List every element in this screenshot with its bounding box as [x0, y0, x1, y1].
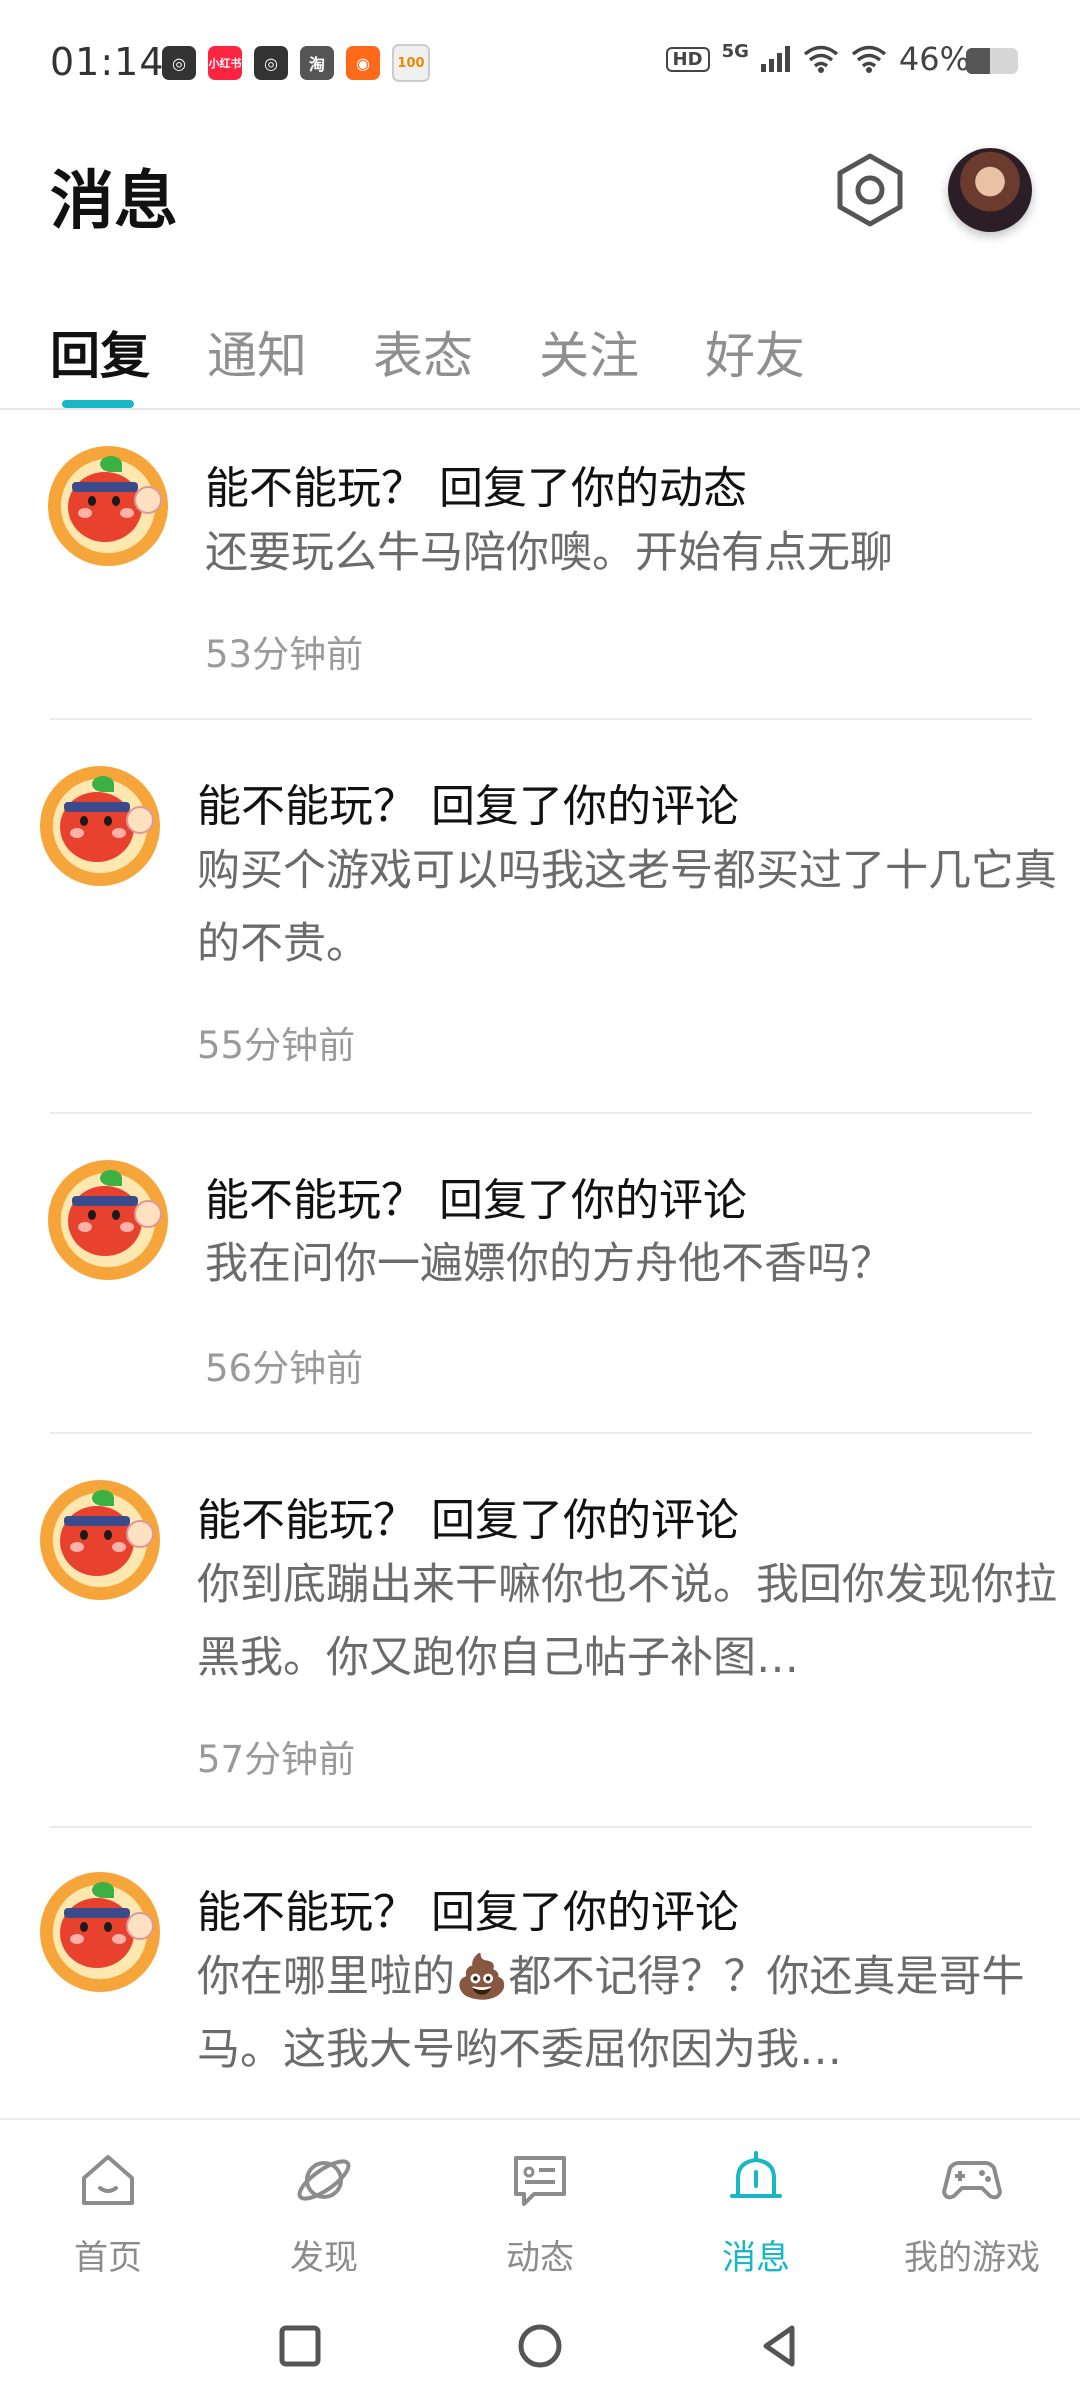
nav-label: 我的游戏: [904, 2238, 1040, 2278]
sender-avatar[interactable]: [40, 1480, 160, 1600]
my-avatar[interactable]: [948, 148, 1032, 232]
page-title: 消息: [50, 165, 178, 239]
netease-icon: ◎: [162, 46, 196, 80]
home-circle-icon[interactable]: [516, 2322, 564, 2370]
sender-avatar[interactable]: [48, 446, 168, 566]
tab-reactions[interactable]: 表态: [373, 316, 473, 388]
taobao-icon: 淘: [300, 46, 334, 80]
message-title: 能不能玩？ 回复了你的评论: [197, 1887, 739, 1938]
status-app-icons: ◎ 小红书 ◎ 淘 ◉ 100: [162, 44, 430, 82]
nav-label: 动态: [506, 2238, 574, 2278]
list-divider: [50, 1826, 1032, 1828]
message-list: 能不能玩？ 回复了你的动态 还要玩么牛马陪你噢。开始有点无聊 53分钟前 能不能…: [0, 412, 1080, 2117]
tabs-divider: [0, 408, 1080, 410]
tab-replies[interactable]: 回复: [50, 316, 150, 388]
netease-music-icon: ◎: [254, 46, 288, 80]
planet-icon: [297, 2159, 351, 2201]
nav-discover[interactable]: 发现: [216, 2120, 432, 2284]
message-time: 56分钟前: [205, 1347, 364, 1390]
system-navigation-bar: [0, 2284, 1080, 2408]
battery-icon: [966, 48, 1018, 74]
message-body: 你在哪里啦的💩都不记得？？你还真是哥牛马。这我大号哟不委屈你因为我…: [197, 1952, 1025, 2075]
tab-follows[interactable]: 关注: [539, 316, 639, 388]
signal-icon: 5G: [721, 40, 749, 62]
bottom-navigation: 首页 发现 动态 消息 我的游戏: [0, 2118, 1080, 2284]
nav-my-games[interactable]: 我的游戏: [864, 2120, 1080, 2284]
app-100-icon: 100: [392, 44, 430, 82]
active-tab-indicator: [62, 400, 134, 408]
status-indicators: HD 5G 46%: [665, 40, 970, 78]
message-body: 购买个游戏可以吗我这老号都买过了十几它真的不贵。: [197, 846, 1057, 969]
tab-notifications[interactable]: 通知: [207, 316, 307, 388]
nav-messages[interactable]: 消息: [648, 2120, 864, 2284]
bell-icon: [730, 2151, 782, 2198]
nav-feed[interactable]: 动态: [432, 2120, 648, 2284]
message-body: 我在问你一遍嫖你的方舟他不香吗？: [205, 1239, 893, 1289]
settings-gear-icon[interactable]: [830, 150, 910, 230]
kuaishou-icon: ◉: [346, 46, 380, 80]
message-time: 57分钟前: [197, 1738, 356, 1781]
message-tabs: 回复 通知 表态 关注 好友: [0, 300, 1080, 410]
status-time: 01:14: [50, 40, 165, 84]
list-divider: [50, 1112, 1032, 1114]
hd-icon: HD: [665, 46, 710, 72]
message-time: 55分钟前: [197, 1024, 356, 1067]
nav-home[interactable]: 首页: [0, 2120, 216, 2284]
list-divider: [50, 718, 1032, 720]
message-body: 还要玩么牛马陪你噢。开始有点无聊: [205, 528, 893, 578]
xiaohongshu-icon: 小红书: [208, 46, 242, 80]
sender-avatar[interactable]: [40, 1872, 160, 1992]
message-title: 能不能玩？ 回复了你的评论: [205, 1175, 747, 1226]
list-divider: [50, 1432, 1032, 1434]
message-body: 你到底蹦出来干嘛你也不说。我回你发现你拉黑我。你又跑你自己帖子补图…: [197, 1560, 1057, 1683]
battery-percent: 46%: [898, 40, 970, 78]
message-title: 能不能玩？ 回复了你的评论: [197, 781, 739, 832]
back-triangle-icon[interactable]: [756, 2322, 804, 2370]
recent-apps-icon[interactable]: [276, 2322, 324, 2370]
sender-avatar[interactable]: [48, 1160, 168, 1280]
status-bar: 01:14 ◎ 小红书 ◎ 淘 ◉ 100 HD 5G 46%: [0, 0, 1080, 130]
message-title: 能不能玩？ 回复了你的动态: [205, 463, 747, 514]
wifi-icon-2: [851, 45, 886, 73]
cell-bars-icon: [760, 46, 790, 72]
gamepad-icon: [942, 2160, 1002, 2200]
home-icon: [82, 2155, 134, 2205]
message-title: 能不能玩？ 回复了你的评论: [197, 1495, 739, 1546]
message-time: 53分钟前: [205, 633, 364, 676]
message-card-icon: [514, 2156, 566, 2206]
tab-friends[interactable]: 好友: [705, 316, 805, 388]
nav-label: 首页: [74, 2238, 142, 2278]
sender-avatar[interactable]: [40, 766, 160, 886]
nav-label: 发现: [290, 2238, 358, 2278]
wifi-icon: [803, 45, 838, 73]
nav-label: 消息: [722, 2238, 790, 2278]
